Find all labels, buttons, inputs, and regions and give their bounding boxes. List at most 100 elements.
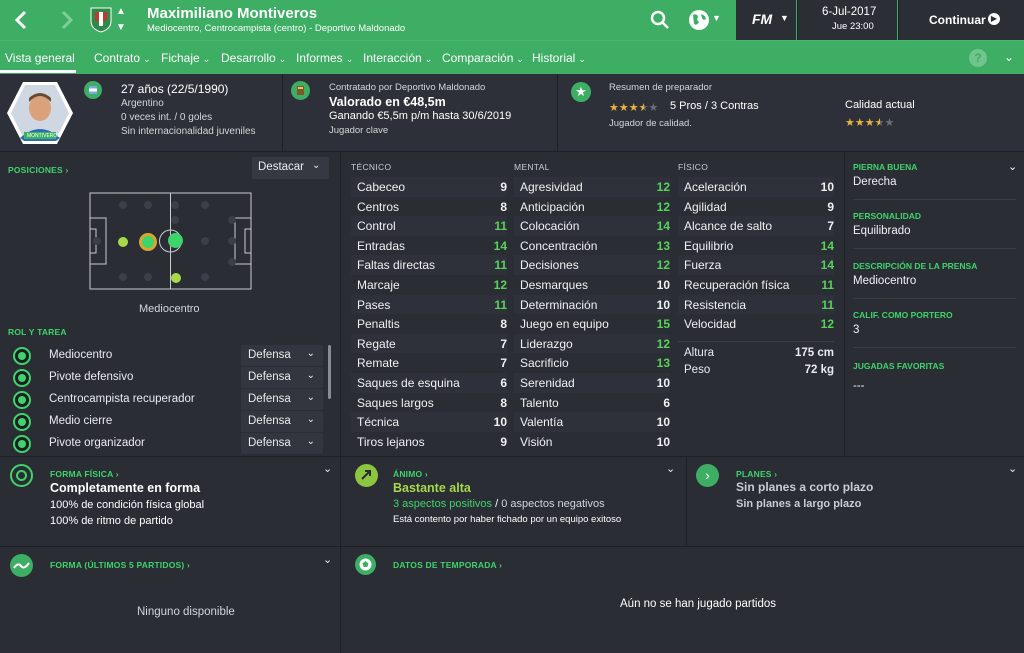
- attribute-row[interactable]: Valentía 10: [514, 412, 670, 432]
- tab-desarrollo[interactable]: Desarrollo ⌄: [221, 51, 286, 65]
- morale-positives[interactable]: 3 aspectos positivos: [393, 498, 492, 510]
- height-value: 175 cm: [794, 347, 834, 359]
- date-panel[interactable]: 6-Jul-2017 Jue 23:00: [797, 0, 897, 40]
- attribute-row[interactable]: Serenidad 10: [514, 373, 670, 393]
- attribute-name: Recuperación física: [684, 278, 790, 292]
- chevron-up-icon[interactable]: ▲: [116, 6, 126, 17]
- attribute-row[interactable]: Regate 7: [351, 333, 507, 354]
- player-age: 27 años (22/5/1990): [121, 82, 229, 96]
- attribute-row[interactable]: Cabeceo 9: [351, 177, 507, 197]
- attribute-row[interactable]: Técnica 10: [351, 412, 507, 432]
- duty-dropdown[interactable]: Defensa ⌄: [241, 367, 323, 388]
- tab-comparacion[interactable]: Comparación ⌄: [442, 51, 524, 65]
- plans-expand-icon[interactable]: ⌄: [1008, 462, 1017, 475]
- attribute-row[interactable]: Fuerza 14: [678, 255, 834, 275]
- form-empty: Ninguno disponible: [137, 606, 235, 618]
- morale-separator: /: [495, 498, 499, 510]
- attribute-row[interactable]: Colocación 14: [514, 216, 670, 236]
- attribute-row[interactable]: Resistencia 11: [678, 294, 834, 315]
- tab-vista-general[interactable]: Vista general: [5, 51, 75, 65]
- duty-dropdown[interactable]: Defensa ⌄: [241, 345, 323, 366]
- player-photo[interactable]: MONTIVEROS: [6, 80, 74, 146]
- duty-dropdown[interactable]: Defensa ⌄: [241, 433, 323, 454]
- continue-button[interactable]: Continuar ▶: [898, 0, 1024, 40]
- attribute-row[interactable]: Entradas 14: [351, 236, 507, 256]
- attribute-row[interactable]: Decisiones 12: [514, 255, 670, 275]
- divider: [844, 152, 845, 456]
- attribute-row[interactable]: Aceleración 10: [678, 177, 834, 197]
- attribute-name: Anticipación: [520, 199, 585, 214]
- tab-fichaje[interactable]: Fichaje ⌄: [161, 51, 210, 65]
- globe-dropdown-icon[interactable]: ▼: [712, 13, 721, 23]
- attribute-row[interactable]: Marcaje 12: [351, 275, 507, 295]
- divider: [0, 456, 1024, 457]
- highlight-dropdown[interactable]: Destacar ⌄: [252, 157, 329, 179]
- collapse-icon[interactable]: ⌄: [1008, 160, 1017, 173]
- forward-icon[interactable]: [54, 8, 78, 32]
- attribute-row[interactable]: Determinación 10: [514, 294, 670, 315]
- season-stats-title[interactable]: DATOS DE TEMPORADA ›: [393, 560, 502, 570]
- fitness-expand-icon[interactable]: ⌄: [323, 462, 332, 475]
- search-icon[interactable]: [650, 10, 670, 30]
- role-row[interactable]: Pivote defensivo Defensa ⌄: [0, 367, 330, 389]
- attribute-row[interactable]: Tiros lejanos 9: [351, 432, 507, 452]
- attribute-row[interactable]: Penaltis 8: [351, 314, 507, 334]
- tab-contrato[interactable]: Contrato ⌄: [94, 51, 151, 65]
- role-row[interactable]: Medio cierre Defensa ⌄: [0, 411, 330, 433]
- attribute-row[interactable]: Recuperación física 11: [678, 275, 834, 295]
- current-ability-label: Calidad actual: [845, 99, 915, 111]
- club-crest-icon[interactable]: [90, 7, 112, 33]
- role-row[interactable]: Pivote organizador Defensa ⌄: [0, 433, 330, 455]
- height-row: Altura 175 cm: [678, 341, 834, 361]
- globe-icon[interactable]: [688, 9, 710, 31]
- tab-historial[interactable]: Historial ⌄: [532, 51, 586, 65]
- attribute-name: Valentía: [520, 415, 564, 430]
- attribute-row[interactable]: Control 11: [351, 216, 507, 236]
- help-icon[interactable]: ?: [969, 49, 987, 67]
- attribute-row[interactable]: Saques de esquina 6: [351, 373, 507, 393]
- attribute-row[interactable]: Desmarques 10: [514, 275, 670, 295]
- positions-title[interactable]: POSICIONES ›: [8, 165, 69, 175]
- duty-dropdown[interactable]: Defensa ⌄: [241, 411, 323, 432]
- form-title[interactable]: FORMA (ÚLTIMOS 5 PARTIDOS) ›: [50, 560, 190, 570]
- back-icon[interactable]: [10, 8, 34, 32]
- attribute-row[interactable]: Liderazgo 12: [514, 333, 670, 354]
- divider: [282, 74, 283, 152]
- attribute-row[interactable]: Agresividad 12: [514, 177, 670, 197]
- fitness-title[interactable]: FORMA FÍSICA ›: [50, 469, 119, 479]
- attribute-value: 10: [656, 376, 670, 390]
- attribute-row[interactable]: Concentración 13: [514, 236, 670, 256]
- role-scrollbar[interactable]: [328, 345, 331, 399]
- attribute-row[interactable]: Talento 6: [514, 393, 670, 413]
- morale-title[interactable]: ÁNIMO ›: [393, 469, 428, 479]
- attribute-row[interactable]: Velocidad 12: [678, 314, 834, 334]
- attribute-row[interactable]: Visión 10: [514, 432, 670, 452]
- attribute-value: 10: [656, 297, 670, 312]
- chevron-down-icon[interactable]: ▼: [116, 22, 126, 33]
- tab-interaccion[interactable]: Interacción ⌄: [363, 51, 432, 65]
- attribute-row[interactable]: Pases 11: [351, 294, 507, 315]
- attribute-name: Cabeceo: [357, 180, 406, 194]
- tab-informes[interactable]: Informes ⌄: [296, 51, 353, 65]
- morale-expand-icon[interactable]: ⌄: [666, 462, 675, 475]
- game-menu[interactable]: FM ▼: [736, 0, 796, 40]
- attribute-row[interactable]: Saques largos 8: [351, 393, 507, 413]
- morale-negatives[interactable]: 0 aspectos negativos: [501, 498, 604, 510]
- attribute-row[interactable]: Alcance de salto 7: [678, 216, 834, 236]
- role-row[interactable]: Mediocentro Defensa ⌄: [0, 345, 330, 367]
- attribute-row[interactable]: Sacrificio 13: [514, 353, 670, 373]
- plans-title[interactable]: PLANES ›: [736, 469, 777, 479]
- attribute-row[interactable]: Remate 7: [351, 353, 507, 373]
- role-row[interactable]: Centrocampista recuperador Defensa ⌄: [0, 389, 330, 411]
- attribute-name: Velocidad: [684, 317, 737, 332]
- expand-nav-icon[interactable]: ⌄: [1004, 50, 1014, 64]
- attribute-row[interactable]: Anticipación 12: [514, 197, 670, 217]
- pros-cons[interactable]: 5 Pros / 3 Contras: [670, 100, 759, 112]
- attribute-row[interactable]: Agilidad 9: [678, 197, 834, 217]
- attribute-row[interactable]: Equilibrio 14: [678, 236, 834, 256]
- duty-dropdown[interactable]: Defensa ⌄: [241, 389, 323, 410]
- form-expand-icon[interactable]: ⌄: [323, 553, 332, 566]
- attribute-row[interactable]: Centros 8: [351, 197, 507, 217]
- attribute-row[interactable]: Faltas directas 11: [351, 255, 507, 275]
- attribute-row[interactable]: Juego en equipo 15: [514, 314, 670, 334]
